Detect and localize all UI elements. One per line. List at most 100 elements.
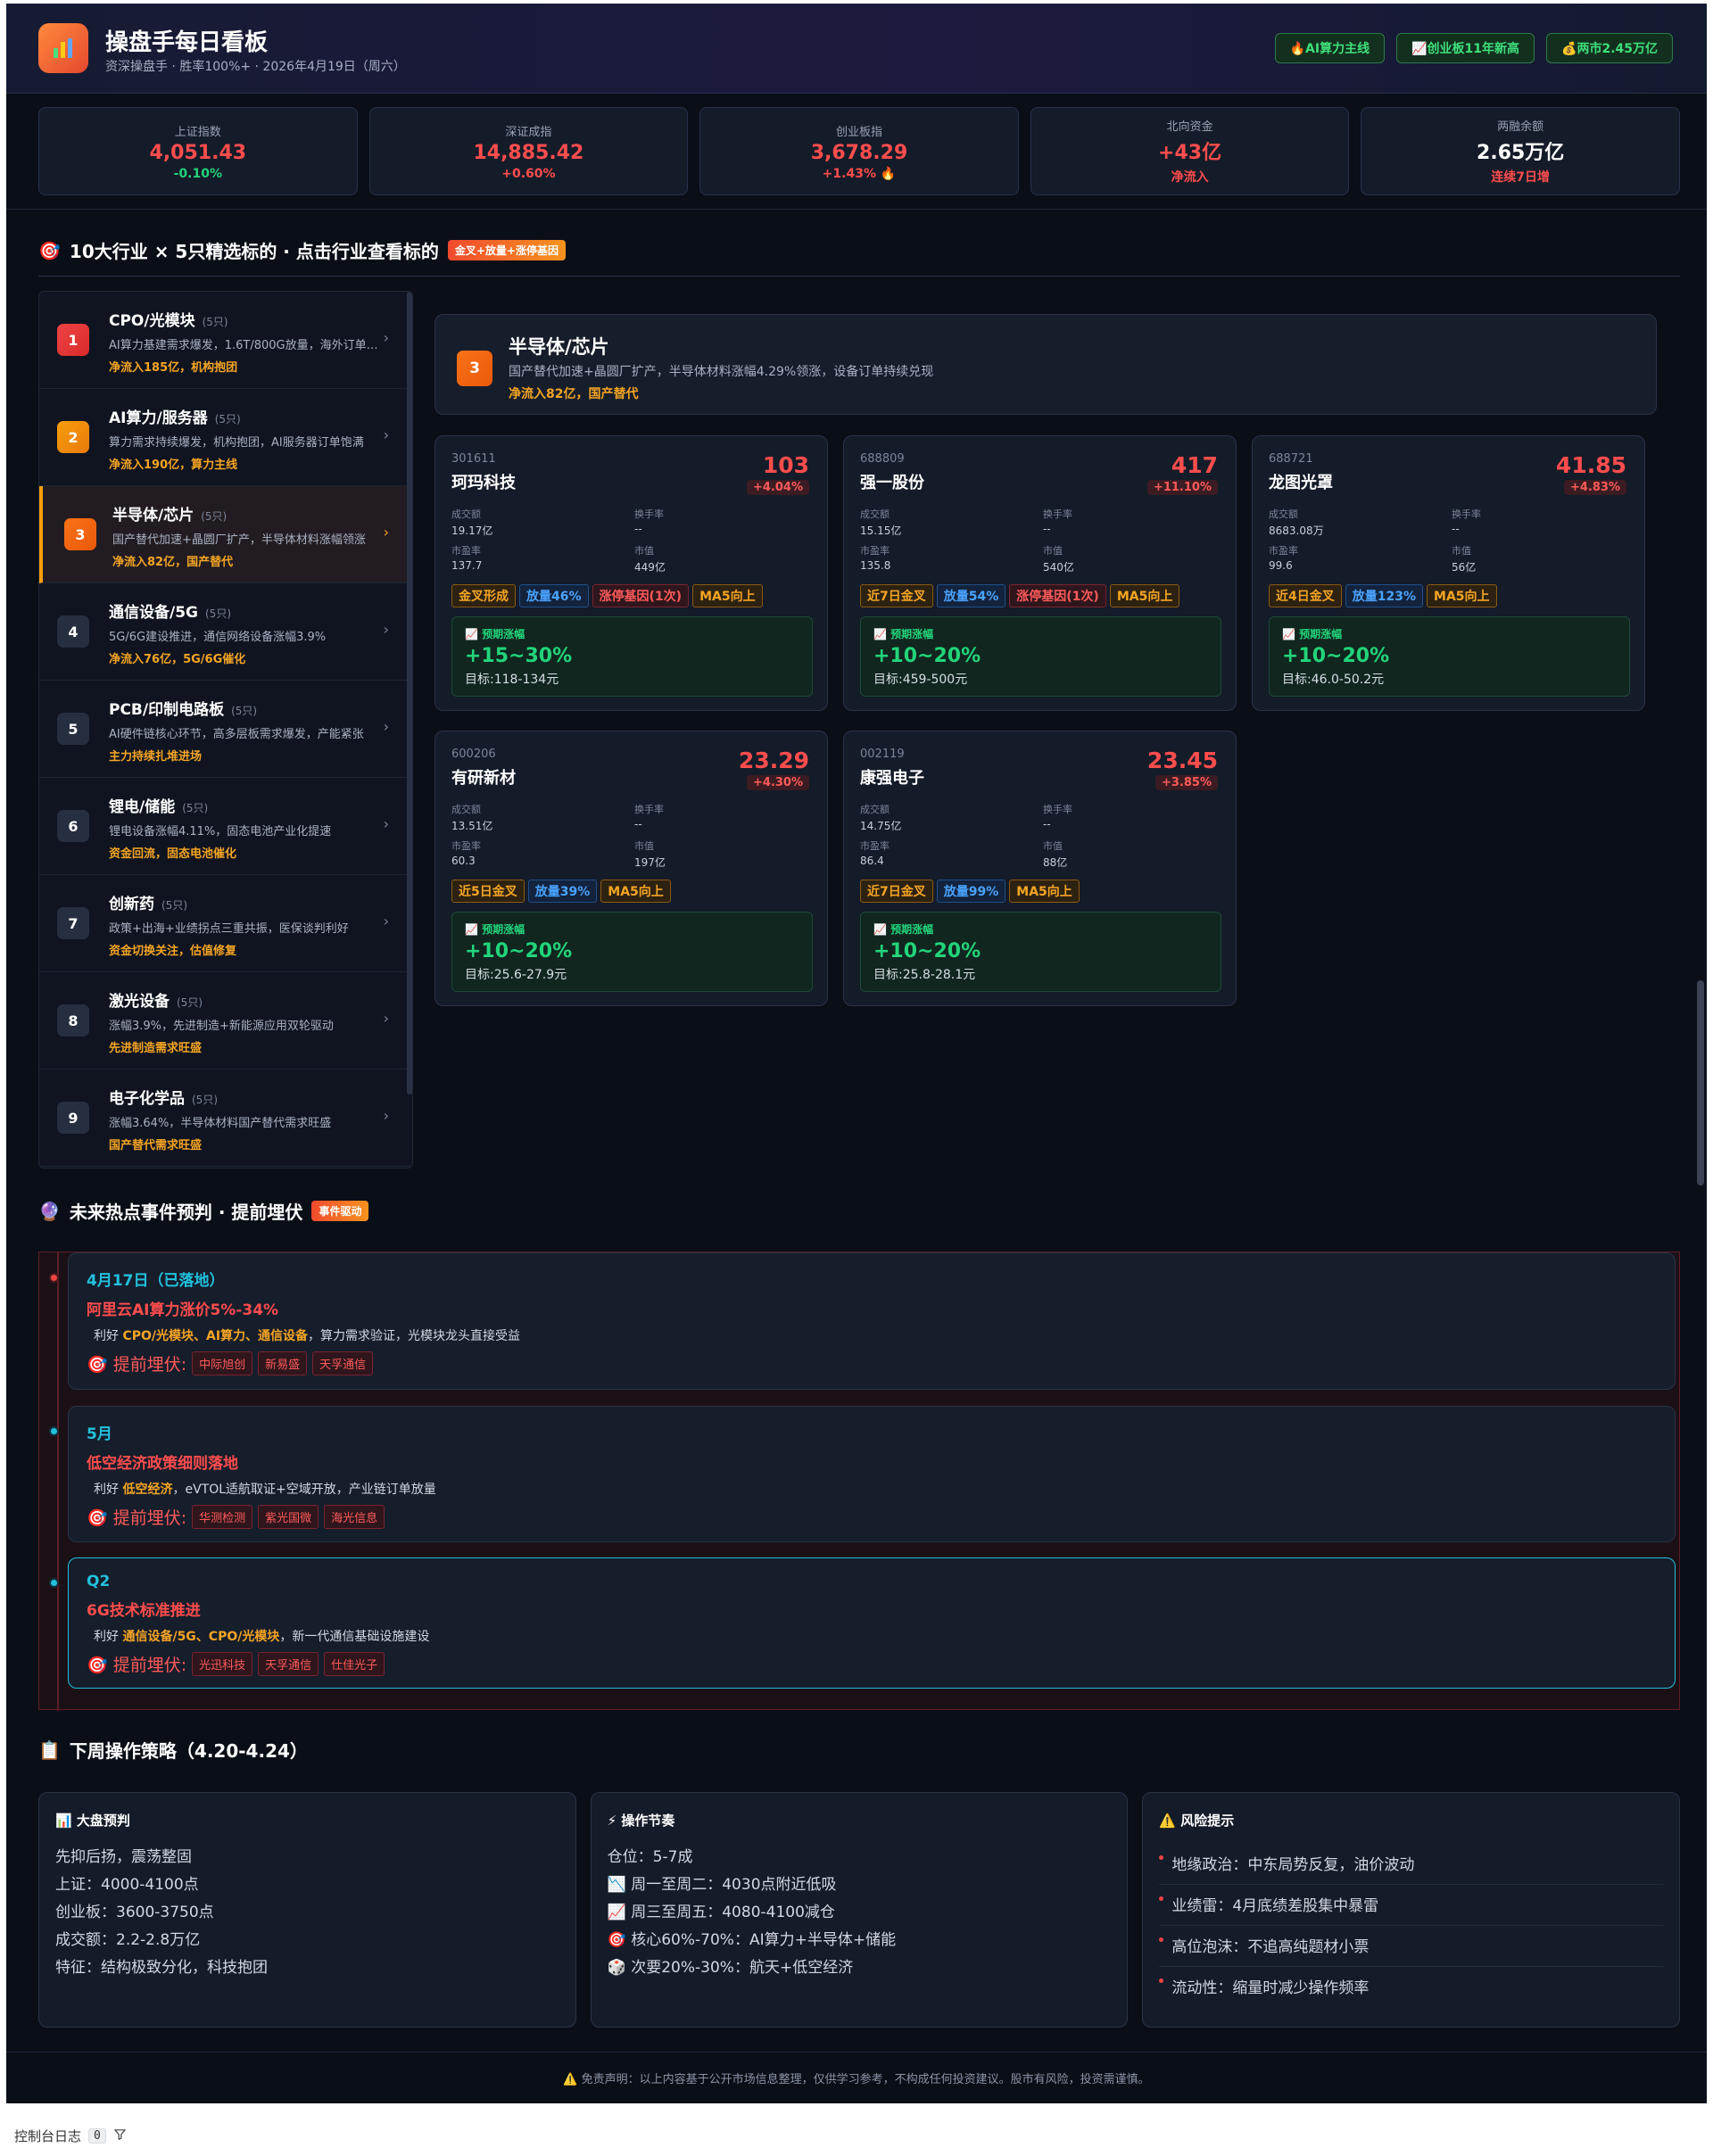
chevron-right-icon: › [383,1107,389,1124]
sector-item-active[interactable]: 3 半导体/芯片 (5只) 国产替代加速+晶圆厂扩产，半导体材料涨幅领涨 净流入82亿，… [39,486,412,583]
sector-count: (5只) [205,607,231,620]
detail-flow: 净流入82亿，国产替代 [509,387,639,401]
sector-rank: 9 [57,1102,89,1134]
stock-change: +4.83% [1564,480,1626,495]
event-card-highlighted[interactable]: Q2 6G技术标准推进 利好 通信设备/5G、CPO/光模块，新一代通信基础设施… [49,1557,1676,1689]
index-value: +43亿 [1158,142,1222,164]
stock-name: 珂玛科技 [451,474,516,492]
sector-item[interactable]: 4 通信设备/5G (5只) 5G/6G建设推进，通信网络设备涨幅3.9% 净流入76亿… [39,583,412,681]
strategy-title-text: 下周操作策略（4.20-4.24） [69,1740,308,1762]
sector-item[interactable]: 9 电子化学品 (5只) 涨幅3.64%，半导体材料国产替代需求旺盛 国产替代需求旺盛 › [39,1070,412,1167]
detail-rank: 3 [457,351,492,386]
chevron-right-icon: › [383,524,389,541]
prediction-value: +10~20% [873,940,981,962]
stock-card[interactable]: 600206 有研新材 23.29 +4.30% 成交额 13.51亿 换手率 --… [434,731,828,1006]
events-badge: 事件驱动 [311,1201,369,1221]
target-price: 目标:25.8-28.1元 [873,968,976,982]
ma-tag: MA5向上 [600,880,671,903]
stat-label: 市值 [634,545,654,557]
event-card[interactable]: 4月17日（已落地） 阿里云AI算力涨价5%-34% 利好 CPO/光模块、AI… [49,1252,1676,1390]
market-line: 上证：4000-4100点 [55,1876,199,1894]
rhythm-line: 🎯 核心60%-70%：AI算力+半导体+储能 [607,1931,897,1949]
sector-count: (5只) [161,899,187,912]
event-title: 低空经济政策细则落地 [87,1455,238,1473]
dashboard-app: 操盘手每日看板 资深操盘手 · 胜率100%+ · 2026年4月19日（周六）… [6,4,1707,2103]
sector-item[interactable]: 7 创新药 (5只) 政策+出海+业绩拐点三重共振，医保谈判利好 资金切换关注，估值修复… [39,875,412,972]
index-name: 创业板指 [835,125,882,139]
sector-count: (5只) [201,510,228,523]
stat-label: 市值 [1452,545,1471,557]
filter-icon[interactable] [113,2127,127,2144]
sector-list[interactable]: 1 CPO/光模块 (5只) AI算力基建需求爆发，1.6T/800G放量，海外订单饱… [38,291,413,1169]
stat-turnover: 19.17亿 [451,525,493,537]
pick-stock[interactable]: 天孚通信 [312,1351,374,1375]
stat-label: 市盈率 [451,545,481,557]
prediction-label: 📈 预期涨幅 [1282,628,1343,640]
stat-label: 成交额 [451,508,481,520]
stat-mcap: 56亿 [1452,561,1477,574]
signal-tag: 近4日金叉 [1269,584,1342,607]
sector-item[interactable]: 5 PCB/印制电路板 (5只) AI硬件链核心环节，高多层板需求爆发，产能紧张 主力持… [39,681,412,778]
pick-stock[interactable]: 中际旭创 [192,1351,253,1375]
index-name: 两融余额 [1497,120,1544,134]
stat-label: 市盈率 [451,840,481,852]
market-line: 创业板：3600-3750点 [55,1904,214,1921]
pick-label: 🎯 提前埋伏: [87,1508,187,1528]
detail-desc: 国产替代加速+晶圆厂扩产，半导体材料涨幅4.29%领涨，设备订单持续兑现 [509,365,934,379]
event-card[interactable]: 5月 低空经济政策细则落地 利好 低空经济，eVTOL适航取证+空域开放，产业链… [49,1406,1676,1542]
sector-desc: 政策+出海+业绩拐点三重共振，医保谈判利好 [109,922,349,936]
stock-tags: 近7日金叉 放量54% 涨停基因(1次) MA5向上 [860,584,1180,607]
pick-stock[interactable]: 紫光国微 [258,1505,319,1529]
sector-count: (5只) [214,413,241,425]
stock-stats: 成交额 19.17亿 换手率 -- 市盈率 137.7 市值 449亿 [451,507,813,574]
header-tag: 📈创业板11年新高 [1396,33,1535,63]
prediction-value: +10~20% [873,645,981,667]
sector-rank: 4 [57,615,89,648]
rhythm-line: 📉 周一至周二：4030点附近低吸 [607,1876,837,1894]
sector-item[interactable]: 1 CPO/光模块 (5只) AI算力基建需求爆发，1.6T/800G放量，海外订单饱… [39,292,412,389]
stock-card[interactable]: 002119 康强电子 23.45 +3.85% 成交额 14.75亿 换手率 --… [843,731,1237,1006]
stock-card[interactable]: 688721 龙图光罩 41.85 +4.83% 成交额 8683.08万 换手率… [1252,435,1645,711]
pick-stock[interactable]: 新易盛 [258,1351,308,1375]
stock-card[interactable]: 301611 珂玛科技 103 +4.04% 成交额 19.17亿 换手率 -- 市… [434,435,828,711]
index-card: 创业板指 3,678.29 +1.43% 🔥 [699,107,1019,195]
index-card: 两融余额 2.65万亿 连续7日增 [1361,107,1680,195]
volume-tag: 放量46% [519,584,589,607]
limit-up-tag: 涨停基因(1次) [1009,584,1106,607]
pick-stock[interactable]: 光迅科技 [192,1652,253,1676]
index-card: 深证成指 14,885.42 +0.60% [368,107,689,195]
stock-name: 强一股份 [860,474,924,492]
stat-mcap: 449亿 [634,561,666,574]
event-desc-prefix: 利好 [94,1329,123,1343]
event-benefit: CPO/光模块、AI算力、通信设备 [122,1329,309,1343]
sector-item[interactable]: 2 AI算力/服务器 (5只) 算力需求持续爆发，机构抱团，AI服务器订单饱满 净流入1… [39,389,412,486]
clipboard-icon: 📋 [38,1739,61,1761]
console-count-badge: 0 [88,2128,106,2144]
console-label[interactable]: 控制台日志 [14,2127,81,2145]
index-change: 连续7日增 [1491,170,1551,185]
page-scrollbar[interactable] [1697,980,1704,1185]
pick-stock[interactable]: 天孚通信 [258,1652,319,1676]
stock-card[interactable]: 688809 强一股份 417 +11.10% 成交额 15.15亿 换手率 -- … [843,435,1237,711]
sector-item[interactable]: 6 锂电/储能 (5只) 锂电设备涨幅4.11%，固态电池产业化提速 资金回流，固态电池… [39,778,412,875]
sector-rank: 7 [57,907,89,939]
header-tag: 💰两市2.45万亿 [1546,33,1673,63]
timeline-dot [49,1273,59,1283]
stat-turnover: 15.15亿 [860,525,902,537]
sector-list-scrollbar[interactable] [407,292,412,1095]
sector-item[interactable]: 8 激光设备 (5只) 涨幅3.9%，先进制造+新能源应用双轮驱动 先进制造需求旺盛 › [39,972,412,1070]
prediction-value: +10~20% [1282,645,1390,667]
sector-name: 通信设备/5G [109,604,198,622]
sector-rank: 2 [57,421,89,453]
prediction-box: 📈 预期涨幅 +15~30% 目标:118-134元 [451,616,813,697]
pick-stock[interactable]: 华测检测 [192,1505,253,1529]
rhythm-title: ⚡ 操作节奏 [607,1813,675,1829]
pick-stock[interactable]: 仕佳光子 [324,1652,385,1676]
stat-label: 成交额 [1269,508,1298,520]
sector-name: 电子化学品 [109,1090,185,1108]
pick-stock[interactable]: 海光信息 [324,1505,385,1529]
chevron-right-icon: › [383,718,389,735]
stock-change: +3.85% [1155,775,1218,790]
event-date: 5月 [87,1425,112,1443]
event-benefit: 通信设备/5G、CPO/光模块 [122,1630,280,1644]
